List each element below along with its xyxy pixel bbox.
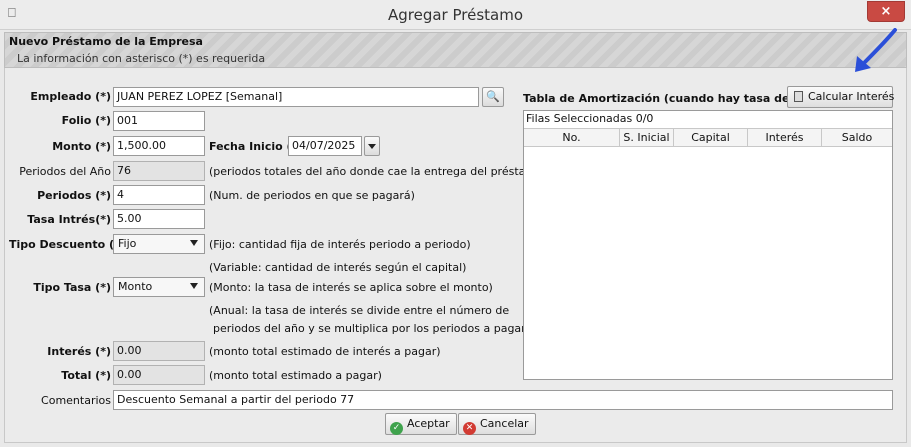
monto-field[interactable]: 1,500.00 (113, 136, 205, 156)
tasa-label: Tasa Intrés(*) (27, 213, 111, 226)
title-bar: ⎕ Agregar Préstamo × (0, 0, 911, 30)
tipo-descuento-value: Fijo (118, 237, 137, 250)
folio-field[interactable]: 001 (113, 111, 205, 131)
periodos-anio-hint: (periodos totales del año donde cae la e… (209, 165, 548, 178)
aceptar-button[interactable]: ✓ Aceptar (385, 413, 457, 435)
tipo-descuento-label: Tipo Descuento (*) (9, 238, 125, 251)
tipo-tasa-label: Tipo Tasa (*) (33, 281, 111, 294)
calculator-icon (794, 91, 803, 102)
binoculars-icon[interactable]: 🔍 (482, 87, 504, 107)
cancel-x-icon: ✕ (463, 422, 476, 435)
col-capital[interactable]: Capital (674, 129, 748, 146)
date-picker-button[interactable] (364, 136, 380, 156)
table-header: No. S. Inicial Capital Interés Saldo (524, 128, 892, 147)
window-title: Agregar Préstamo (387, 6, 524, 24)
header-title: Nuevo Préstamo de la Empresa (9, 35, 203, 48)
periodos-field[interactable]: 4 (113, 185, 205, 205)
fecha-inicio-field[interactable]: 04/07/2025 (288, 136, 362, 156)
check-icon: ✓ (390, 422, 403, 435)
pointer-arrow-icon (855, 28, 897, 72)
cancelar-button[interactable]: ✕ Cancelar (458, 413, 536, 435)
empleado-field[interactable]: JUAN PEREZ LOPEZ [Semanal] (113, 87, 479, 107)
periodos-label: Periodos (*) (37, 189, 111, 202)
col-saldo[interactable]: Saldo (822, 129, 892, 146)
tipo-tasa-hint3: periodos del año y se multiplica por los… (213, 322, 530, 335)
interes-field: 0.00 (113, 341, 205, 361)
chevron-down-icon (190, 283, 198, 289)
interes-hint: (monto total estimado de interés a pagar… (209, 345, 441, 358)
tipo-tasa-hint1: (Monto: la tasa de interés se aplica sob… (209, 281, 493, 294)
periodos-anio-field: 76 (113, 161, 205, 181)
periodos-anio-label: Periodos del Año (19, 165, 111, 178)
periodos-hint: (Num. de periodos en que se pagará) (209, 189, 415, 202)
total-hint: (monto total estimado a pagar) (209, 369, 382, 382)
interes-label: Interés (*) (47, 345, 111, 358)
col-s-inicial[interactable]: S. Inicial (620, 129, 674, 146)
monto-label: Monto (*) (52, 140, 111, 153)
form-panel: Empleado (*) JUAN PEREZ LOPEZ [Semanal] … (4, 28, 907, 443)
form-header: Nuevo Préstamo de la Empresa La informac… (4, 32, 907, 68)
total-label: Total (*) (61, 369, 111, 382)
cancelar-label: Cancelar (480, 417, 529, 430)
calcular-interes-button[interactable]: Calcular Interés (787, 86, 895, 108)
header-subtitle: La información con asterisco (*) es requ… (17, 52, 266, 65)
chevron-down-icon (190, 240, 198, 246)
tipo-descuento-select[interactable]: Fijo (113, 234, 205, 254)
tipo-tasa-hint2: (Anual: la tasa de interés se divide ent… (209, 304, 510, 317)
col-interes[interactable]: Interés (748, 129, 822, 146)
folio-label: Folio (*) (61, 114, 111, 127)
tipo-tasa-value: Monto (118, 280, 153, 293)
tipo-tasa-select[interactable]: Monto (113, 277, 205, 297)
empleado-label: Empleado (*) (30, 90, 111, 103)
calcular-interes-label: Calcular Interés (808, 90, 895, 103)
col-no[interactable]: No. (524, 129, 620, 146)
tipo-descuento-hint1: (Fijo: cantidad fija de interés periodo … (209, 238, 471, 251)
tipo-descuento-hint2: (Variable: cantidad de interés según el … (209, 261, 467, 274)
comentarios-label: Comentarios (41, 394, 111, 407)
close-button[interactable]: × (867, 1, 905, 22)
comentarios-field[interactable]: Descuento Semanal a partir del periodo 7… (113, 390, 893, 410)
tasa-field[interactable]: 5.00 (113, 209, 205, 229)
total-field: 0.00 (113, 365, 205, 385)
amortizacion-table[interactable]: Filas Seleccionadas 0/0 No. S. Inicial C… (523, 110, 893, 380)
aceptar-label: Aceptar (407, 417, 450, 430)
filas-seleccionadas: Filas Seleccionadas 0/0 (526, 112, 654, 125)
chevron-down-icon (368, 143, 376, 149)
